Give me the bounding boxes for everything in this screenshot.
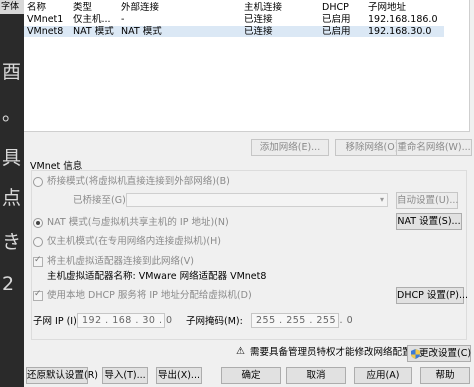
background-glyph: 点: [2, 187, 22, 209]
ok-button[interactable]: 确定: [221, 367, 281, 384]
column-header-dhcp[interactable]: DHCP: [322, 2, 349, 13]
change-settings-label: 更改设置(C): [419, 348, 472, 359]
virtual-network-editor: 名称 类型 外部连接 主机连接 DHCP 子网地址 VMnet1 仅主机... …: [24, 0, 474, 387]
cell-subnet: 192.168.30.0: [368, 26, 432, 37]
nat-settings-button[interactable]: NAT 设置(S)...: [396, 213, 462, 230]
column-header-subnet[interactable]: 子网地址: [368, 2, 406, 13]
background-glyph: 具: [2, 147, 22, 169]
cell-dhcp: 已启用: [322, 14, 351, 25]
cell-host: 已连接: [244, 14, 273, 25]
column-header-name[interactable]: 名称: [27, 2, 46, 13]
cell-dhcp: 已启用: [322, 26, 351, 37]
background-glyph: 。: [2, 103, 22, 125]
auto-settings-button[interactable]: 自动设置(U)...: [396, 192, 458, 209]
dhcp-checkbox[interactable]: [33, 289, 43, 301]
network-table[interactable]: 名称 类型 外部连接 主机连接 DHCP 子网地址 VMnet1 仅主机... …: [24, 0, 470, 132]
connect-adapter-checkbox[interactable]: [33, 255, 43, 267]
restore-defaults-button[interactable]: 还原默认设置(R): [26, 367, 98, 384]
adapter-name-label: 主机虚拟适配器名称: VMware 网络适配器 VMnet8: [47, 271, 267, 282]
help-button[interactable]: 帮助: [420, 367, 470, 384]
warning-icon: ⚠: [236, 346, 245, 357]
connect-adapter-label: 将主机虚拟适配器连接到此网络(V): [47, 256, 194, 267]
dhcp-label: 使用本地 DHCP 服务将 IP 地址分配给虚拟机(D): [47, 290, 252, 301]
background-glyph: 酉: [2, 61, 22, 83]
chevron-down-icon: ▾: [379, 195, 384, 204]
cell-name: VMnet1: [27, 14, 64, 25]
cell-type: 仅主机...: [73, 14, 111, 25]
cell-host: 已连接: [244, 26, 273, 37]
table-header: 名称 类型 外部连接 主机连接 DHCP 子网地址: [24, 2, 444, 13]
cell-name: VMnet8: [27, 26, 64, 37]
table-row[interactable]: VMnet1 仅主机... - 已连接 已启用 192.168.186.0: [24, 14, 444, 25]
background-app-label: 字体: [0, 0, 24, 14]
admin-notice: 需要具备管理员特权才能修改网络配置。: [250, 347, 422, 358]
subnet-mask-label: 子网掩码(M):: [186, 316, 243, 327]
cell-external: -: [121, 14, 125, 25]
rename-network-button[interactable]: 重命名网络(W)...: [396, 139, 472, 156]
uac-shield-icon: [411, 349, 420, 359]
background-glyph: 2: [2, 273, 15, 295]
cell-subnet: 192.168.186.0: [368, 14, 438, 25]
add-network-button[interactable]: 添加网络(E)...: [251, 139, 329, 156]
table-row-selected[interactable]: VMnet8 NAT 模式 NAT 模式 已连接 已启用 192.168.30.…: [24, 26, 444, 37]
export-button[interactable]: 导出(X)...: [156, 367, 202, 384]
nat-mode-label: NAT 模式(与虚拟机共享主机的 IP 地址)(N): [47, 217, 229, 228]
subnet-mask-field[interactable]: 255 . 255 . 255 . 0: [251, 313, 353, 328]
bottom-button-bar: 还原默认设置(R) 导入(T)... 导出(X)... 确定 取消 应用(A) …: [24, 365, 474, 387]
column-header-type[interactable]: 类型: [73, 2, 92, 13]
bridged-to-select[interactable]: ▾: [126, 193, 388, 207]
subnet-ip-label: 子网 IP (I):: [33, 316, 80, 327]
import-button[interactable]: 导入(T)...: [102, 367, 148, 384]
bridged-to-label: 已桥接至(G):: [73, 195, 129, 206]
column-header-host[interactable]: 主机连接: [244, 2, 282, 13]
host-only-label: 仅主机模式(在专用网络内连接虚拟机)(H): [47, 236, 221, 247]
nat-mode-radio[interactable]: [33, 218, 43, 228]
column-header-external[interactable]: 外部连接: [121, 2, 159, 13]
cancel-button[interactable]: 取消: [286, 367, 346, 384]
bridged-mode-label: 桥接模式(将虚拟机直接连接到外部网络)(B): [47, 176, 230, 187]
subnet-ip-field[interactable]: 192 . 168 . 30 . 0: [77, 313, 172, 328]
dhcp-settings-button[interactable]: DHCP 设置(P)...: [396, 287, 468, 304]
background-glyph: き: [2, 231, 22, 253]
bridged-mode-radio[interactable]: [33, 177, 43, 187]
background-app-strip: 字体 酉 。 具 点 き 2: [0, 0, 24, 387]
cell-type: NAT 模式: [73, 26, 114, 37]
apply-button[interactable]: 应用(A): [354, 367, 412, 384]
cell-external: NAT 模式: [121, 26, 162, 37]
host-only-radio[interactable]: [33, 237, 43, 247]
change-settings-button[interactable]: 更改设置(C): [407, 345, 471, 362]
